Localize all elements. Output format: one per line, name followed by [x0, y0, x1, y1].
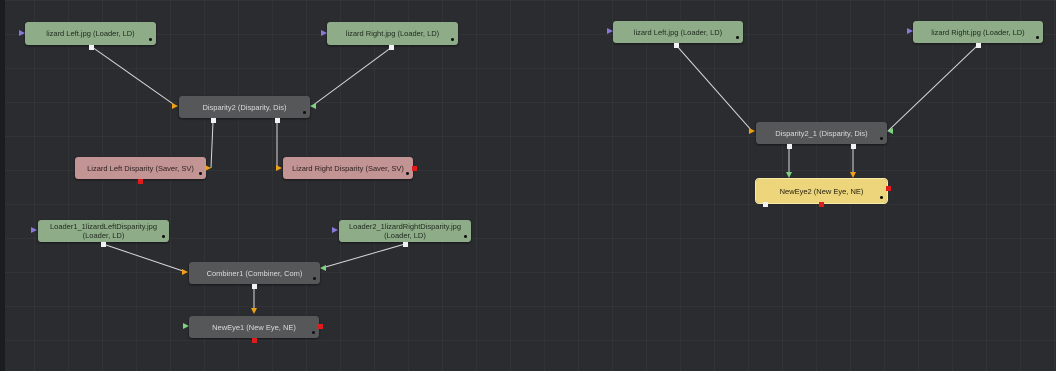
node-label: NewEye2 (New Eye, NE): [779, 186, 864, 196]
neweye-status-marker: [886, 186, 891, 191]
saver-status-marker: [412, 166, 417, 171]
node-output-dot: [880, 137, 883, 140]
node-label-line1: Loader2_1lizardRightDisparity.jpg: [348, 222, 461, 231]
loader-node-lizard-right-2[interactable]: lizard Right.jpg (Loader, LD): [913, 21, 1043, 43]
loader-input-arrow: [321, 30, 327, 36]
neweye-node-neweye1[interactable]: NewEye1 (New Eye, NE): [189, 316, 319, 338]
loader-node-loader1[interactable]: Loader1_1lizardLeftDisparity.jpg (Loader…: [38, 220, 169, 242]
node-output-dot: [736, 36, 739, 39]
loader-node-lizard-left[interactable]: lizard Left.jpg (Loader, LD): [25, 22, 156, 45]
wire-bl-loader2-to-combiner: [321, 243, 406, 269]
saver-status-marker: [138, 179, 143, 184]
loader-node-lizard-right[interactable]: lizard Right.jpg (Loader, LD): [327, 22, 458, 45]
disparity-left-input-arrow: [749, 128, 755, 134]
node-label: lizard Right.jpg (Loader, LD): [345, 29, 440, 38]
node-label-line2: (Loader, LD): [384, 231, 426, 240]
loader-input-arrow: [31, 227, 37, 233]
loader-output-port[interactable]: [976, 43, 981, 48]
neweye-input-arrow-right: [850, 172, 856, 178]
loader-input-arrow: [332, 227, 338, 233]
node-label: Lizard Right Disparity (Saver, SV): [292, 163, 404, 173]
loader-node-loader2[interactable]: Loader2_1lizardRightDisparity.jpg (Loade…: [339, 220, 471, 242]
disparity-output-left-port[interactable]: [211, 118, 216, 123]
disparity-output-left-port[interactable]: [787, 144, 792, 149]
saver-node-lizard-left-disparity[interactable]: Lizard Left Disparity (Saver, SV): [75, 157, 206, 179]
node-output-dot: [880, 196, 883, 199]
node-output-dot: [303, 111, 306, 114]
disparity-node-disparity2-1[interactable]: Disparity2_1 (Disparity, Dis): [756, 122, 887, 144]
node-label: Disparity2 (Disparity, Dis): [202, 102, 287, 112]
node-label: lizard Left.jpg (Loader, LD): [633, 27, 723, 37]
node-output-dot: [451, 38, 454, 41]
node-label: lizard Right.jpg (Loader, LD): [931, 27, 1025, 37]
node-output-dot: [312, 331, 315, 334]
node-output-dot: [1036, 36, 1039, 39]
combiner-output-port[interactable]: [252, 284, 257, 289]
node-label: Lizard Left Disparity (Saver, SV): [87, 163, 194, 173]
node-output-dot: [464, 235, 467, 238]
wire-bl-loader1-to-combiner: [102, 243, 187, 273]
disparity-left-input-arrow: [172, 103, 178, 109]
neweye-output-marker: [819, 202, 824, 207]
loader-output-port[interactable]: [389, 45, 394, 50]
wire-tr-right-to-disparity: [887, 44, 979, 132]
saver-node-lizard-right-disparity[interactable]: Lizard Right Disparity (Saver, SV): [283, 157, 413, 179]
disparity-right-input-arrow: [310, 103, 316, 109]
node-label: Combiner1 (Combiner, Com): [206, 268, 303, 278]
wire-tl-left-to-disparity: [91, 46, 177, 107]
disparity-node-disparity2[interactable]: Disparity2 (Disparity, Dis): [179, 96, 310, 118]
combiner-left-input-arrow: [182, 269, 188, 275]
saver-input-arrow: [276, 165, 282, 171]
node-output-dot: [162, 235, 165, 238]
loader-output-port[interactable]: [89, 45, 94, 50]
node-output-dot: [313, 277, 316, 280]
disparity-right-input-arrow: [887, 128, 893, 134]
node-output-dot: [199, 172, 202, 175]
node-output-dot: [406, 172, 409, 175]
node-label-line1: Loader1_1lizardLeftDisparity.jpg: [49, 222, 157, 231]
neweye-node-neweye2-selected[interactable]: NewEye2 (New Eye, NE): [755, 178, 888, 204]
loader-output-port[interactable]: [101, 242, 106, 247]
node-label: lizard Left.jpg (Loader, LD): [46, 29, 135, 38]
loader-input-arrow: [607, 28, 613, 34]
loader-input-arrow: [19, 30, 25, 36]
node-output-dot: [149, 38, 152, 41]
loader-input-arrow: [907, 28, 913, 34]
loader-output-port[interactable]: [403, 242, 408, 247]
neweye-view-marker: [763, 202, 768, 207]
disparity-output-right-port[interactable]: [851, 144, 856, 149]
neweye-status-marker: [318, 324, 323, 329]
wire-tl-right-to-disparity: [311, 46, 393, 107]
neweye-input-arrow-left: [786, 172, 792, 178]
node-label: NewEye1 (New Eye, NE): [212, 322, 296, 332]
flow-node-editor[interactable]: lizard Left.jpg (Loader, LD) lizard Righ…: [0, 0, 1056, 371]
loader-node-lizard-left-2[interactable]: lizard Left.jpg (Loader, LD): [613, 21, 743, 43]
node-label: Disparity2_1 (Disparity, Dis): [775, 128, 868, 138]
node-label-line2: (Loader, LD): [82, 231, 125, 240]
disparity-output-right-port[interactable]: [275, 118, 280, 123]
saver-input-arrow: [205, 165, 211, 171]
neweye-output-marker: [252, 338, 257, 343]
combiner-node-combiner1[interactable]: Combiner1 (Combiner, Com): [189, 262, 320, 284]
combiner-right-input-arrow: [320, 265, 326, 271]
wire-tl-disparity-to-saver-left: [210, 121, 214, 169]
connection-wires: [91, 44, 979, 312]
wire-tr-left-to-disparity: [675, 44, 753, 132]
neweye-input-arrow: [251, 308, 257, 314]
loader-output-port[interactable]: [674, 43, 679, 48]
